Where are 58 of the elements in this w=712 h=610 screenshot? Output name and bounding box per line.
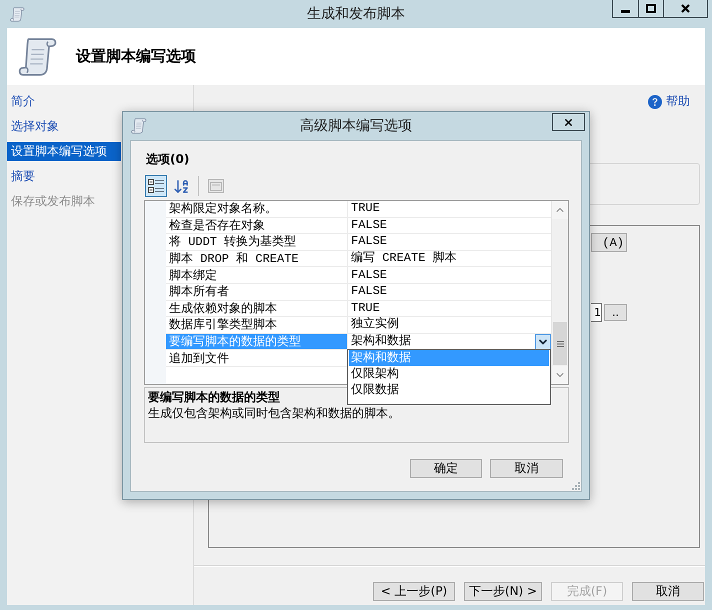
description-text: 生成仅包含架构或同时包含架构和数据的脚本。 xyxy=(148,405,400,421)
property-name[interactable]: 生成依赖对象的脚本 xyxy=(166,300,348,318)
sort-az-icon xyxy=(172,178,190,194)
text-field[interactable]: 1 xyxy=(591,303,602,322)
toolbar-button[interactable] xyxy=(145,175,167,197)
property-value[interactable]: FALSE xyxy=(351,268,551,283)
maximize-button[interactable] xyxy=(638,0,664,18)
close-button[interactable] xyxy=(552,113,585,131)
categorized-list-icon xyxy=(148,178,164,194)
property-pages-icon xyxy=(208,179,224,193)
property-value[interactable]: TRUE xyxy=(351,201,551,216)
panel-button[interactable]: (A) xyxy=(591,233,627,252)
minimize-icon xyxy=(621,10,630,12)
dialog-button[interactable]: 取消 xyxy=(490,459,563,478)
browse-button[interactable]: .. xyxy=(604,304,627,321)
help-link[interactable]: 帮助 xyxy=(648,93,690,110)
property-value[interactable]: FALSE xyxy=(351,284,551,300)
property-value[interactable]: 架构和数据 xyxy=(351,334,535,350)
close-button[interactable] xyxy=(663,0,708,18)
property-name[interactable]: 检查是否存在对象 xyxy=(166,218,348,234)
sidebar-item[interactable]: 摘要 xyxy=(7,167,49,186)
sidebar-item[interactable]: 选择对象 xyxy=(7,117,73,136)
dialog-button[interactable]: 确定 xyxy=(410,459,482,478)
resize-grip-icon[interactable] xyxy=(571,481,580,490)
maximize-icon xyxy=(646,4,656,13)
property-name[interactable]: 脚本绑定 xyxy=(166,267,348,284)
description-title: 要编写脚本的数据的类型 xyxy=(148,389,280,405)
scroll-icon xyxy=(131,118,147,134)
property-value[interactable]: 独立实例 xyxy=(351,317,551,332)
property-value[interactable]: FALSE xyxy=(351,234,551,250)
close-icon xyxy=(681,4,690,13)
property-value[interactable]: 编写 CREATE 脚本 xyxy=(351,251,551,266)
dropdown-button[interactable] xyxy=(535,334,551,350)
dialog-title: 高级脚本编写选项 xyxy=(300,117,412,135)
wizard-button[interactable]: < 上一步(P) xyxy=(373,582,455,601)
property-name[interactable]: 追加到文件 xyxy=(166,350,348,367)
property-name[interactable]: 数据库引擎类型脚本 xyxy=(166,317,348,334)
minimize-button[interactable] xyxy=(612,0,639,18)
property-name[interactable]: 将 UDDT 转换为基类型 xyxy=(166,234,348,251)
section-heading: 选项(0) xyxy=(146,151,190,167)
scroll-icon xyxy=(18,36,58,76)
sidebar-item[interactable]: 简介 xyxy=(7,92,49,111)
wizard-button[interactable]: 取消 xyxy=(632,582,704,601)
property-name[interactable]: 架构限定对象名称。 xyxy=(166,201,348,218)
grip-icon xyxy=(556,340,564,346)
sidebar-item[interactable]: 设置脚本编写选项 xyxy=(7,142,121,161)
page-title: 设置脚本编写选项 xyxy=(76,47,196,66)
scroll-icon xyxy=(10,6,25,22)
property-value[interactable]: FALSE xyxy=(351,218,551,233)
scrollbar-thumb[interactable] xyxy=(553,322,567,365)
sidebar-item: 保存或发布脚本 xyxy=(10,193,96,210)
wizard-button[interactable]: 下一步(N) > xyxy=(464,582,542,601)
close-icon xyxy=(563,116,574,128)
property-name[interactable]: 脚本所有者 xyxy=(166,284,348,301)
help-icon xyxy=(648,94,662,108)
window-title: 生成和发布脚本 xyxy=(307,5,405,23)
property-value[interactable]: TRUE xyxy=(351,300,551,316)
property-name[interactable]: 脚本 DROP 和 CREATE xyxy=(166,250,348,268)
